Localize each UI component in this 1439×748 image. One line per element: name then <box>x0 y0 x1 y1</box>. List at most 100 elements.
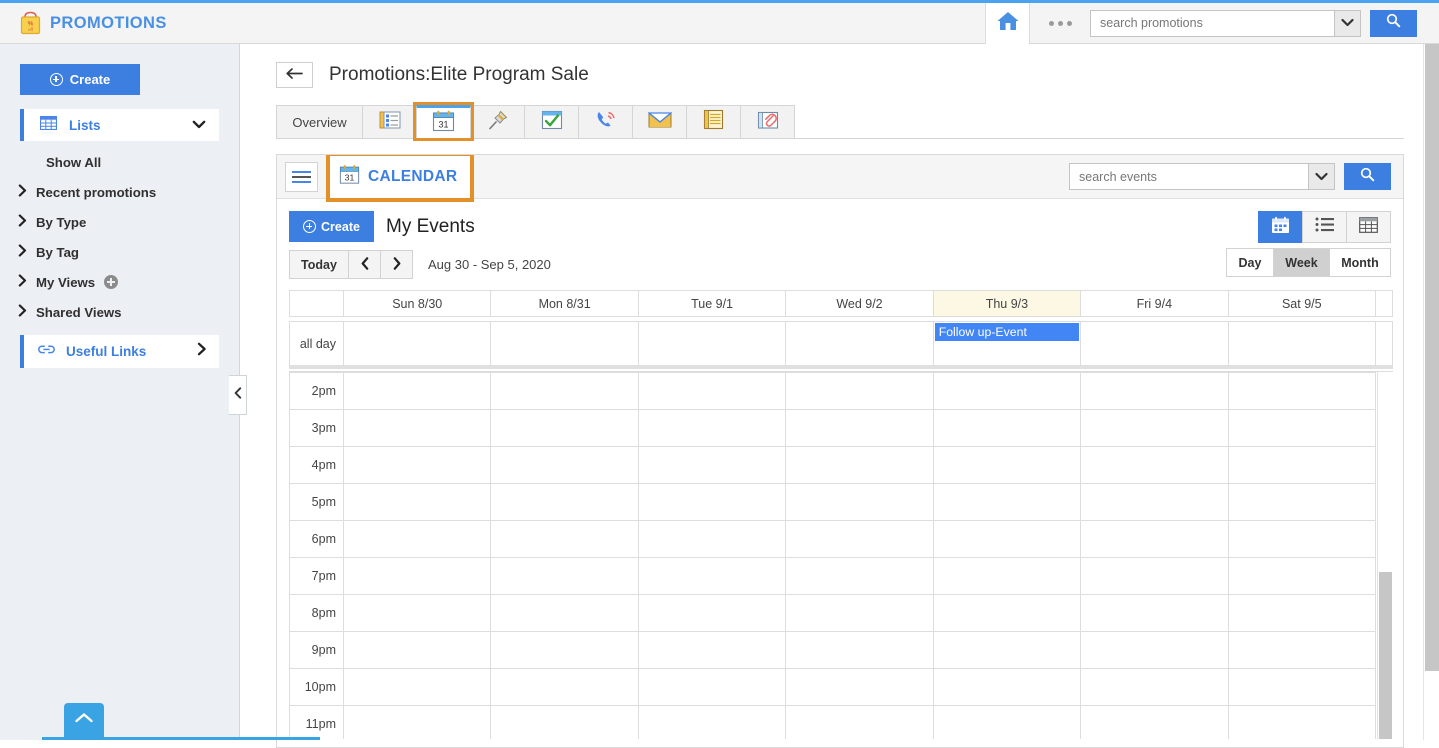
all-day-cell-fri[interactable] <box>1080 321 1229 366</box>
slot-cell[interactable] <box>490 446 639 484</box>
day-header-fri[interactable]: Fri 9/4 <box>1080 290 1229 317</box>
period-week-button[interactable]: Week <box>1273 248 1330 277</box>
tab-attachments[interactable] <box>740 105 795 138</box>
slot-cell[interactable] <box>1227 668 1377 706</box>
time-grid-scroll-area[interactable]: 2pm 3pm 4pm 5pm 6pm 7pm 8pm 9pm 10pm 11p… <box>289 371 1393 739</box>
slot-cell[interactable] <box>490 483 639 521</box>
day-header-wed[interactable]: Wed 9/2 <box>785 290 934 317</box>
slot-cell[interactable] <box>785 668 934 706</box>
all-day-cell-sun[interactable] <box>342 321 492 366</box>
slot-cell[interactable] <box>637 483 787 521</box>
slot-cell[interactable] <box>342 446 492 484</box>
day-header-tue[interactable]: Tue 9/1 <box>637 290 787 317</box>
slot-cell[interactable] <box>785 409 934 447</box>
tab-notes[interactable] <box>686 105 741 138</box>
slot-cell[interactable] <box>637 705 787 739</box>
slot-cell[interactable] <box>1080 372 1229 410</box>
slot-cell[interactable] <box>932 409 1082 447</box>
slot-cell[interactable] <box>342 483 492 521</box>
events-search-dropdown[interactable] <box>1308 164 1334 189</box>
slot-cell[interactable] <box>490 372 639 410</box>
all-day-cell-tue[interactable] <box>637 321 787 366</box>
slot-cell[interactable] <box>785 483 934 521</box>
header-search-button[interactable] <box>1370 9 1417 37</box>
scroll-to-top-button[interactable] <box>64 703 104 737</box>
tab-pinned[interactable] <box>470 105 525 138</box>
slot-cell[interactable] <box>932 372 1082 410</box>
next-week-button[interactable] <box>380 250 413 279</box>
slot-cell[interactable] <box>342 668 492 706</box>
day-header-sat[interactable]: Sat 9/5 <box>1227 290 1377 317</box>
page-scrollbar-thumb[interactable] <box>1425 44 1439 671</box>
slot-cell[interactable] <box>1080 557 1229 595</box>
create-event-button[interactable]: Create <box>289 211 374 242</box>
sidebar-item-my-views[interactable]: My Views <box>0 267 239 297</box>
sidebar-create-button[interactable]: Create <box>20 64 140 95</box>
view-mode-table[interactable] <box>1346 211 1391 243</box>
sidebar-collapse-handle[interactable] <box>229 375 247 415</box>
slot-cell[interactable] <box>785 705 934 739</box>
day-header-sun[interactable]: Sun 8/30 <box>342 290 492 317</box>
slot-cell[interactable] <box>932 557 1082 595</box>
slot-cell[interactable] <box>1080 594 1229 632</box>
sidebar-item-recent-promotions[interactable]: Recent promotions <box>0 177 239 207</box>
slot-cell[interactable] <box>342 372 492 410</box>
slot-cell[interactable] <box>490 631 639 669</box>
calendar-inner-scrollbar[interactable] <box>1377 372 1393 739</box>
period-month-button[interactable]: Month <box>1329 248 1391 277</box>
all-day-cell-mon[interactable] <box>490 321 639 366</box>
all-day-cell-thu[interactable]: Follow up-Event <box>932 321 1082 366</box>
slot-cell[interactable] <box>490 557 639 595</box>
sidebar-item-useful-links[interactable]: Useful Links <box>20 335 219 368</box>
sidebar-item-shared-views[interactable]: Shared Views <box>0 297 239 327</box>
overflow-menu-button[interactable] <box>1030 3 1090 44</box>
tab-overview[interactable]: Overview <box>276 105 363 138</box>
slot-cell[interactable] <box>1080 631 1229 669</box>
calendar-module-title-box[interactable]: 31 CALENDAR <box>325 155 475 202</box>
slot-cell[interactable] <box>637 372 787 410</box>
events-search-button[interactable] <box>1344 163 1391 190</box>
slot-cell[interactable] <box>637 668 787 706</box>
slot-cell[interactable] <box>342 409 492 447</box>
tab-calls[interactable] <box>578 105 633 138</box>
tab-calendar[interactable]: 31 <box>413 102 474 141</box>
slot-cell[interactable] <box>932 594 1082 632</box>
slot-cell[interactable] <box>1080 668 1229 706</box>
sidebar-item-by-type[interactable]: By Type <box>0 207 239 237</box>
slot-cell[interactable] <box>342 631 492 669</box>
slot-cell[interactable] <box>490 409 639 447</box>
prev-week-button[interactable] <box>348 250 381 279</box>
slot-cell[interactable] <box>1080 705 1229 739</box>
slot-cell[interactable] <box>932 631 1082 669</box>
slot-cell[interactable] <box>637 557 787 595</box>
calendar-inner-scrollbar-thumb[interactable] <box>1379 572 1392 739</box>
slot-cell[interactable] <box>1227 520 1377 558</box>
slot-cell[interactable] <box>342 557 492 595</box>
sidebar-item-lists[interactable]: Lists <box>20 109 219 141</box>
view-mode-list[interactable] <box>1302 211 1347 243</box>
slot-cell[interactable] <box>1227 594 1377 632</box>
module-menu-button[interactable] <box>285 161 318 192</box>
sidebar-item-show-all[interactable]: Show All <box>0 147 239 177</box>
slot-cell[interactable] <box>1227 557 1377 595</box>
slot-cell[interactable] <box>785 631 934 669</box>
slot-cell[interactable] <box>1227 446 1377 484</box>
tab-details[interactable] <box>362 105 417 138</box>
slot-cell[interactable] <box>1227 483 1377 521</box>
slot-cell[interactable] <box>1227 372 1377 410</box>
slot-cell[interactable] <box>1227 705 1377 739</box>
all-day-cell-wed[interactable] <box>785 321 934 366</box>
home-button[interactable] <box>985 2 1030 44</box>
brand[interactable]: % off PROMOTIONS <box>0 11 167 35</box>
sidebar-item-by-tag[interactable]: By Tag <box>0 237 239 267</box>
slot-cell[interactable] <box>637 520 787 558</box>
tab-emails[interactable] <box>632 105 687 138</box>
slot-cell[interactable] <box>1227 409 1377 447</box>
view-mode-calendar[interactable] <box>1258 211 1303 243</box>
slot-cell[interactable] <box>1080 520 1229 558</box>
slot-cell[interactable] <box>490 520 639 558</box>
day-header-mon[interactable]: Mon 8/31 <box>490 290 639 317</box>
slot-cell[interactable] <box>490 705 639 739</box>
header-search-input[interactable] <box>1091 10 1334 36</box>
period-day-button[interactable]: Day <box>1226 248 1274 277</box>
